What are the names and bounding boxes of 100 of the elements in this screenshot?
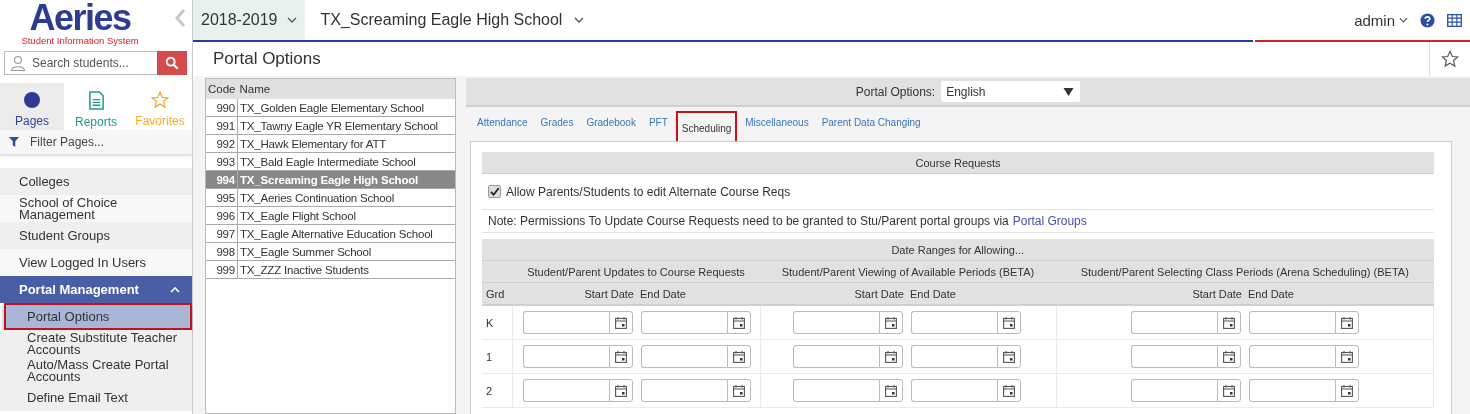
date-field[interactable] <box>793 379 879 402</box>
calendar-button[interactable] <box>1217 345 1241 368</box>
calendar-button[interactable] <box>1335 311 1359 334</box>
search-button[interactable] <box>157 51 187 75</box>
sidebar-item[interactable]: Portal Options <box>4 303 192 330</box>
column-header: Name <box>237 79 455 99</box>
sidebar-item[interactable]: Define Email Text <box>0 384 192 411</box>
options-tab[interactable]: Scheduling <box>677 113 736 143</box>
table-cell: 992 <box>206 134 238 153</box>
table-cell: 998 <box>206 242 238 261</box>
grade-cell: 1 <box>482 339 512 374</box>
options-label: Portal Options: <box>855 84 936 99</box>
calendar-button[interactable] <box>727 311 751 334</box>
sidebar-item[interactable]: Auto/Mass Create Portal Accounts <box>0 357 192 384</box>
checkbox[interactable] <box>488 185 501 198</box>
date-field[interactable] <box>1249 311 1335 334</box>
school-row[interactable]: 991 TX_Tawny Eagle YR Elementary School <box>206 116 455 135</box>
user-icon <box>10 55 26 71</box>
date-field[interactable] <box>911 345 997 368</box>
calendar-icon <box>1003 384 1015 397</box>
column-header: Start Date <box>760 282 907 305</box>
grid-icon[interactable] <box>1447 13 1462 27</box>
date-field[interactable] <box>523 379 609 402</box>
search-field[interactable]: Search students... <box>4 51 157 75</box>
group-header: Student/Parent Updates to Course Requests <box>512 260 760 283</box>
school-row[interactable]: 999 TX_ZZZ Inactive Students <box>206 260 455 279</box>
calendar-icon <box>1003 350 1015 363</box>
date-field[interactable] <box>641 311 727 334</box>
sidebar-item[interactable]: Create Substitute Teacher Accounts <box>0 330 192 357</box>
calendar-button[interactable] <box>879 345 903 368</box>
date-field[interactable] <box>1249 345 1335 368</box>
calendar-button[interactable] <box>727 345 751 368</box>
school-row[interactable]: 998 TX_Eagle Summer School <box>206 242 455 261</box>
sidebar-item[interactable]: View Logged In Users <box>0 249 192 276</box>
table-cell: 996 <box>206 206 238 225</box>
sidebar-item[interactable]: School of Choice Management <box>0 195 192 222</box>
date-field[interactable] <box>523 311 609 334</box>
school-row[interactable]: 997 TX_Eagle Alternative Education School <box>206 224 455 243</box>
filter-field[interactable]: Filter Pages... <box>0 130 192 154</box>
date-field[interactable] <box>911 311 997 334</box>
calendar-button[interactable] <box>609 379 633 402</box>
calendar-button[interactable] <box>997 379 1021 402</box>
calendar-icon <box>733 384 745 397</box>
options-tab[interactable]: Grades <box>537 113 577 131</box>
calendar-button[interactable] <box>609 311 633 334</box>
column-header: End Date <box>907 282 1056 305</box>
table-cell: 997 <box>206 224 238 243</box>
calendar-button[interactable] <box>1335 379 1359 402</box>
table-cell: TX_Bald Eagle Intermediate School <box>237 152 455 171</box>
date-field[interactable] <box>1131 345 1217 368</box>
table-cell: TX_Eagle Summer School <box>237 242 455 261</box>
date-field[interactable] <box>793 311 879 334</box>
circle-icon <box>23 91 41 109</box>
sidebar-item[interactable]: Colleges <box>0 168 192 195</box>
group-header: Student/Parent Selecting Class Periods (Arena Scheduling) (BETA) <box>1056 260 1434 283</box>
calendar-button[interactable] <box>997 311 1021 334</box>
language-select[interactable]: English <box>941 81 1081 102</box>
date-field[interactable] <box>1131 311 1217 334</box>
date-field[interactable] <box>641 345 727 368</box>
table-cell: TX_Tawny Eagle YR Elementary School <box>237 116 455 135</box>
calendar-button[interactable] <box>1335 345 1359 368</box>
school-row[interactable]: 992 TX_Hawk Elementary for ATT <box>206 134 455 153</box>
options-tab[interactable]: Gradebook <box>583 113 639 131</box>
grade-cell: K <box>482 305 512 340</box>
date-field[interactable] <box>911 379 997 402</box>
options-tab[interactable]: Miscellaneous <box>742 113 812 131</box>
calendar-button[interactable] <box>1217 311 1241 334</box>
calendar-button[interactable] <box>879 311 903 334</box>
calendar-button[interactable] <box>727 379 751 402</box>
date-field[interactable] <box>523 345 609 368</box>
sidebar-item[interactable]: Student Groups <box>0 222 192 249</box>
school-row[interactable]: 996 TX_Eagle Flight School <box>206 206 455 225</box>
sidebar-tab[interactable]: Reports <box>64 83 128 130</box>
calendar-icon <box>615 350 627 363</box>
portal-groups-link[interactable]: Portal Groups <box>1012 214 1087 228</box>
date-field[interactable] <box>1249 379 1335 402</box>
column-header: Start Date <box>512 282 637 305</box>
help-icon[interactable] <box>1420 12 1435 28</box>
school-dropdown[interactable]: TX_Screaming Eagle High School <box>320 11 585 29</box>
calendar-button[interactable] <box>1217 379 1241 402</box>
date-field[interactable] <box>1131 379 1217 402</box>
star-icon[interactable] <box>1441 50 1459 68</box>
options-tab[interactable]: Parent Data Changing <box>818 113 924 131</box>
date-field[interactable] <box>641 379 727 402</box>
sidebar-section[interactable]: Portal Management <box>0 276 192 303</box>
school-row[interactable]: 990 TX_Golden Eagle Elementary School <box>206 99 455 117</box>
calendar-icon <box>885 316 897 329</box>
calendar-button[interactable] <box>609 345 633 368</box>
year-dropdown[interactable]: 2018-2019 <box>193 0 305 40</box>
school-row[interactable]: 993 TX_Bald Eagle Intermediate School <box>206 152 455 171</box>
sidebar-tab[interactable]: Pages <box>0 83 64 130</box>
options-tab[interactable]: PFT <box>645 113 671 131</box>
school-row[interactable]: 995 TX_Aeries Continuation School <box>206 188 455 207</box>
calendar-button[interactable] <box>997 345 1021 368</box>
calendar-button[interactable] <box>879 379 903 402</box>
user-menu[interactable]: admin <box>1354 11 1408 29</box>
date-field[interactable] <box>793 345 879 368</box>
logo-wordmark: Aeries <box>29 0 131 36</box>
calendar-icon <box>1003 316 1015 329</box>
options-tab[interactable]: Attendance <box>474 113 531 131</box>
